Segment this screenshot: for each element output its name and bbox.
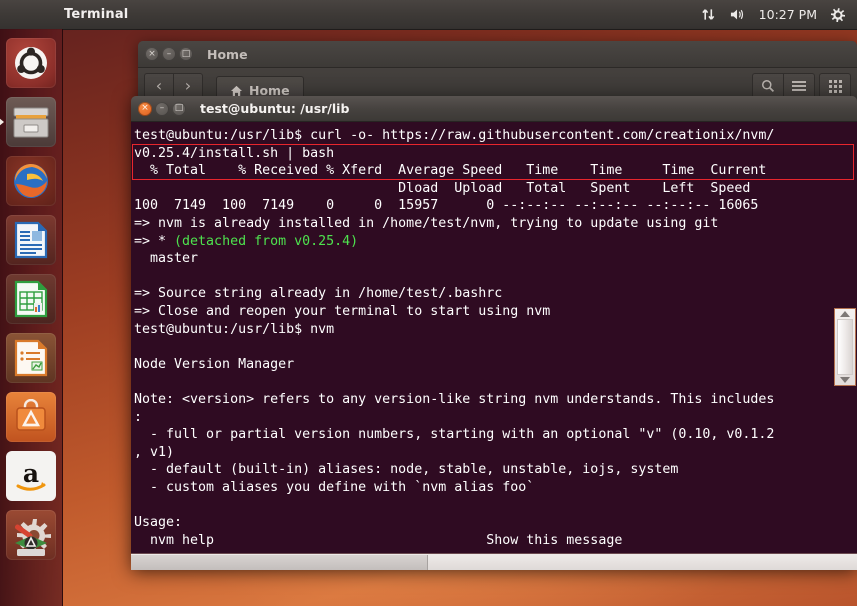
launcher-item-firefox[interactable] (6, 156, 56, 206)
terminal-maximize-button[interactable]: □ (172, 101, 186, 116)
home-window-title: Home (207, 46, 248, 62)
terminal-line: Dload Upload Total Spent Left Speed (134, 180, 751, 196)
terminal-close-button[interactable]: × (138, 101, 152, 116)
terminal-line: 100 7149 100 7149 0 0 15957 0 --:--:-- -… (134, 198, 759, 214)
terminal-output[interactable]: test@ubuntu:/usr/lib$ curl -o- https://r… (131, 122, 857, 570)
launcher-item-libreoffice-impress[interactable] (6, 333, 56, 383)
scrollbar-thumb[interactable] (837, 319, 853, 375)
minimize-icon: – (159, 103, 165, 113)
terminal-line: => Source string already in /home/test/.… (134, 286, 503, 302)
terminal-line: , v1) (134, 444, 175, 460)
terminal-line: Usage: (134, 515, 183, 531)
terminal-line: nvm help Show this message (134, 532, 623, 548)
terminal-text-green: (detached from v0.25.4) (174, 233, 359, 249)
terminal-line: master (134, 251, 199, 267)
maximize-icon: □ (174, 103, 184, 113)
launcher-item-libreoffice-calc[interactable] (6, 274, 56, 324)
terminal-line: - full or partial version numbers, start… (134, 427, 775, 443)
panel-app-title[interactable]: Terminal (64, 7, 128, 22)
terminal-window[interactable]: × – □ test@ubuntu: /usr/lib test@ubuntu:… (131, 96, 857, 570)
home-close-button[interactable]: × (145, 47, 159, 61)
terminal-line: => * (detached from v0.25.4) (134, 233, 359, 249)
launcher-item-libreoffice-writer[interactable] (6, 215, 56, 265)
terminal-line: test@ubuntu:/usr/lib$ nvm (134, 321, 335, 337)
close-icon: × (148, 48, 156, 59)
launcher-item-amazon[interactable]: a (6, 451, 56, 501)
launcher-running-pip (0, 118, 4, 126)
unity-launcher: a (0, 29, 63, 606)
system-menu-icon[interactable] (830, 7, 846, 23)
scroll-up-icon[interactable] (840, 311, 850, 317)
terminal-minimize-button[interactable]: – (155, 101, 169, 116)
terminal-window-title: test@ubuntu: /usr/lib (200, 101, 350, 116)
terminal-line: Note: <version> refers to any version-li… (134, 391, 775, 407)
chevron-right-icon: › (184, 76, 192, 95)
hscrollbar-thumb[interactable] (131, 555, 428, 570)
launcher-item-files[interactable] (0, 97, 56, 147)
desktop-screen: Terminal 10:27 PM a × – □ Home ‹ › Home … (0, 0, 857, 606)
terminal-line: => nvm is already installed in /home/tes… (134, 215, 719, 231)
minimize-icon: – (166, 48, 172, 59)
panel-clock[interactable]: 10:27 PM (759, 7, 817, 22)
home-icon (230, 85, 243, 96)
maximize-icon: □ (181, 48, 191, 59)
terminal-line: v0.25.4/install.sh | bash (134, 145, 335, 161)
home-minimize-button[interactable]: – (162, 47, 176, 61)
home-titlebar: × – □ Home (138, 41, 857, 68)
terminal-line: => Close and reopen your terminal to sta… (134, 303, 551, 319)
panel-indicators: 10:27 PM (701, 7, 857, 23)
terminal-line: : (134, 409, 143, 425)
terminal-line: % Total % Received % Xferd Average Speed… (134, 163, 767, 179)
launcher-item-system-settings[interactable] (6, 510, 56, 560)
close-icon: × (141, 103, 149, 113)
launcher-item-ubuntu-dash[interactable] (6, 38, 56, 88)
terminal-body[interactable]: test@ubuntu:/usr/lib$ curl -o- https://r… (131, 122, 857, 570)
terminal-vertical-scrollbar[interactable] (834, 308, 856, 386)
network-icon[interactable] (701, 7, 716, 22)
terminal-line: test@ubuntu:/usr/lib$ curl -o- https://r… (134, 128, 775, 143)
terminal-horizontal-scrollbar[interactable] (131, 553, 857, 570)
terminal-titlebar: × – □ test@ubuntu: /usr/lib (131, 96, 857, 122)
home-maximize-button[interactable]: □ (179, 47, 193, 61)
terminal-line: Node Version Manager (134, 356, 295, 372)
terminal-line: - default (built-in) aliases: node, stab… (134, 462, 679, 478)
volume-icon[interactable] (729, 7, 746, 22)
svg-text:a: a (23, 459, 39, 488)
terminal-line: - custom aliases you define with `nvm al… (134, 479, 535, 495)
launcher-item-software-center[interactable] (6, 392, 56, 442)
chevron-left-icon: ‹ (155, 76, 163, 95)
top-panel: Terminal 10:27 PM (0, 0, 857, 30)
scroll-down-icon[interactable] (840, 377, 850, 383)
